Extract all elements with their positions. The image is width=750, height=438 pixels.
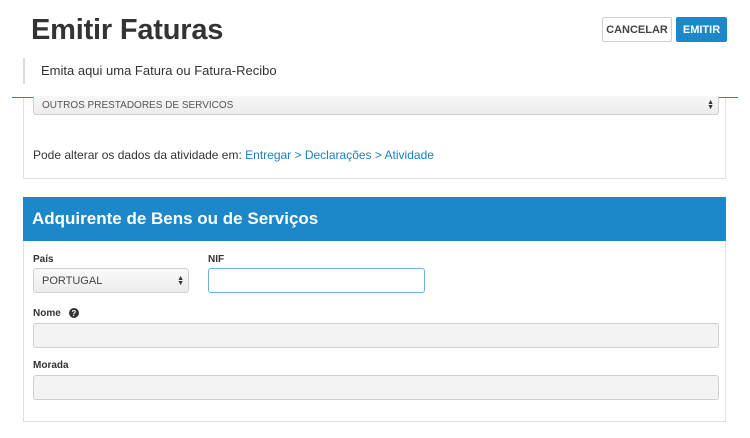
- name-label: Nome: [33, 308, 61, 319]
- address-input[interactable]: [33, 375, 719, 400]
- activity-change-text: Pode alterar os dados da atividade em: E…: [33, 148, 434, 162]
- name-label-row: Nome?: [33, 308, 79, 319]
- activity-change-label: Pode alterar os dados da atividade em:: [33, 148, 246, 162]
- updown-arrows-icon: ▲ ▼: [177, 274, 184, 287]
- nif-input[interactable]: [208, 268, 425, 293]
- country-select-value: PORTUGAL: [42, 274, 103, 287]
- cancel-button[interactable]: CANCELAR: [602, 17, 672, 42]
- country-select[interactable]: PORTUGAL ▲ ▼: [33, 268, 189, 293]
- buyer-panel: Adquirente de Bens ou de Serviços País P…: [23, 197, 726, 422]
- page-subtitle: Emita aqui uma Fatura ou Fatura-Recibo: [41, 63, 277, 78]
- subtitle-accent-bar: [23, 58, 25, 84]
- buyer-section-title: Adquirente de Bens ou de Serviços: [23, 197, 726, 241]
- activity-link[interactable]: Entregar > Declarações > Atividade: [245, 148, 434, 162]
- activity-select-value: OUTROS PRESTADORES DE SERVICOS: [42, 99, 234, 111]
- question-circle-icon[interactable]: ?: [68, 308, 79, 319]
- activity-select[interactable]: OUTROS PRESTADORES DE SERVICOS ▲ ▼: [33, 96, 719, 115]
- address-label: Morada: [33, 360, 69, 371]
- updown-arrows-icon: ▲ ▼: [707, 99, 714, 111]
- activity-panel: OUTROS PRESTADORES DE SERVICOS ▲ ▼ Pode a…: [23, 96, 726, 179]
- country-label: País: [33, 254, 54, 265]
- nif-label: NIF: [208, 254, 225, 265]
- emit-button[interactable]: EMITIR: [676, 17, 727, 42]
- page-title: Emitir Faturas: [31, 14, 224, 46]
- name-input[interactable]: [33, 323, 719, 348]
